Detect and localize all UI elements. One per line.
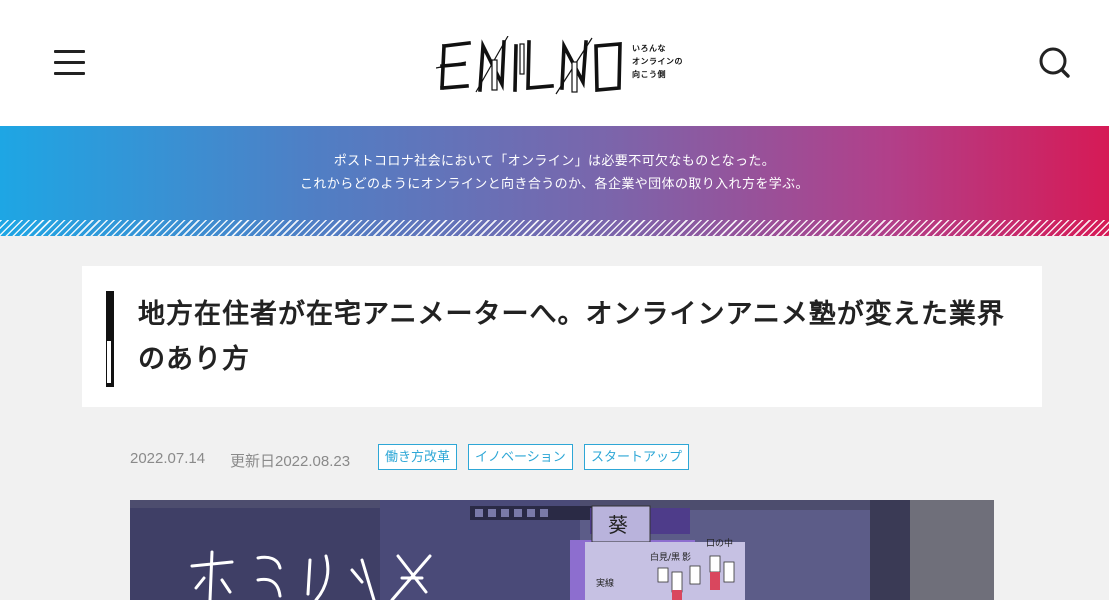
title-accent-bar (106, 291, 114, 387)
tag-innovation[interactable]: イノベーション (468, 444, 573, 470)
logo-tagline: いろんな オンラインの 向こう側 (632, 42, 692, 81)
hamburger-menu-button[interactable] (54, 50, 86, 76)
title-accent-bar-highlight (107, 341, 111, 383)
hero-chart-label: 白見/黒 (650, 551, 680, 563)
tag-work-style-reform[interactable]: 働き方改革 (378, 444, 458, 470)
article-hero-image: 葵 実線 白見/黒 影 口の中 (130, 500, 994, 600)
hero-chart-label: 口の中 (706, 537, 733, 549)
article-meta: 2022.07.14 更新日2022.08.23 働き方改革 イノベーション ス… (130, 444, 930, 472)
logo-wordmark (436, 36, 622, 95)
search-button[interactable] (1036, 44, 1072, 80)
tagline-line: いろんな (632, 44, 666, 53)
menu-line-icon (54, 61, 85, 64)
updated-date: 更新日2022.08.23 (230, 453, 351, 470)
hero-illustration: 葵 実線 白見/黒 影 口の中 (130, 500, 994, 600)
site-header: いろんな オンラインの 向こう側 (0, 0, 1109, 126)
tag-startup[interactable]: スタートアップ (584, 444, 690, 470)
banner-hatch-pattern (0, 220, 1109, 236)
banner-line-1: ポストコロナ社会において「オンライン」は必要不可欠なものとなった。 (333, 154, 776, 169)
site-logo[interactable]: いろんな オンラインの 向こう側 (436, 36, 692, 98)
published-date: 2022.07.14 (130, 450, 206, 467)
banner-line-2: これからどのようにオンラインと向き合うのか、各企業や団体の取り入れ方を学ぶ。 (300, 177, 809, 192)
hero-panel-label: 葵 (608, 513, 628, 537)
hero-chart-label: 影 (682, 552, 691, 563)
article-title-card: 地方在住者が在宅アニメーターへ。オンラインアニメ塾が変えた業界のあり方 (82, 266, 1042, 407)
menu-line-icon (54, 50, 85, 53)
article-title: 地方在住者が在宅アニメーターへ。オンラインアニメ塾が変えた業界のあり方 (138, 299, 1005, 375)
menu-line-icon (54, 72, 85, 75)
intro-banner: ポストコロナ社会において「オンライン」は必要不可欠なものとなった。 これからどの… (0, 126, 1109, 236)
tagline-line: オンラインの (632, 57, 683, 66)
hero-chart-label: 実線 (596, 577, 614, 589)
search-icon (1039, 47, 1070, 78)
tagline-line: 向こう側 (632, 70, 666, 79)
banner-text: ポストコロナ社会において「オンライン」は必要不可欠なものとなった。 これからどの… (0, 150, 1109, 196)
